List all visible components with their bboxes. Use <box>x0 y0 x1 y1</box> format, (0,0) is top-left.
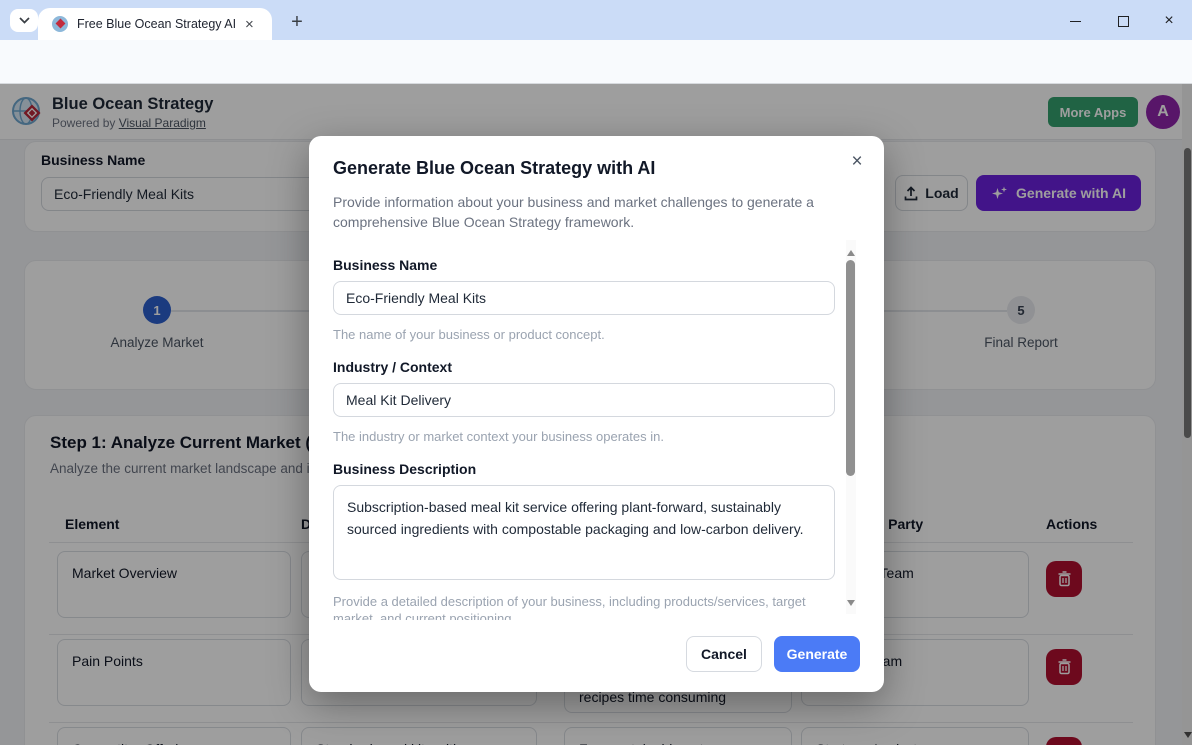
window-maximize-button[interactable] <box>1106 8 1140 34</box>
generate-button[interactable]: Generate <box>774 636 860 672</box>
browser-tabstrip: Free Blue Ocean Strategy AI Too × + × <box>0 0 1192 40</box>
browser-tab[interactable]: Free Blue Ocean Strategy AI Too × <box>38 8 272 40</box>
cancel-button[interactable]: Cancel <box>686 636 762 672</box>
modal-description-label: Business Description <box>333 461 476 477</box>
modal-industry-input[interactable] <box>333 383 835 417</box>
app-viewport: Blue Ocean Strategy Powered by Visual Pa… <box>0 84 1192 745</box>
tab-search-button[interactable] <box>10 9 38 32</box>
modal-scrollbar-thumb[interactable] <box>846 260 855 476</box>
modal-business-name-label: Business Name <box>333 257 437 273</box>
modal-description-textarea[interactable]: Subscription-based meal kit service offe… <box>333 485 835 580</box>
modal-description-help: Provide a detailed description of your b… <box>333 593 845 620</box>
new-tab-button[interactable]: + <box>282 8 312 36</box>
window-close-button[interactable]: × <box>1152 8 1186 34</box>
generate-ai-modal: Generate Blue Ocean Strategy with AI × P… <box>309 136 884 692</box>
modal-subtitle: Provide information about your business … <box>333 192 841 233</box>
browser-toolbar: ← → ⟳ ai-toolbox.visual-paradigm.com/app… <box>0 40 1192 84</box>
modal-industry-label: Industry / Context <box>333 359 452 375</box>
modal-title: Generate Blue Ocean Strategy with AI <box>333 158 655 179</box>
site-favicon-icon <box>52 16 68 32</box>
modal-scroll-up-icon[interactable] <box>847 246 855 256</box>
modal-industry-help: The industry or market context your busi… <box>333 428 845 445</box>
tab-close-icon[interactable]: × <box>245 17 254 32</box>
modal-close-icon[interactable]: × <box>845 150 869 174</box>
modal-scroll-down-icon[interactable] <box>847 600 855 610</box>
screen: Free Blue Ocean Strategy AI Too × + × ← … <box>0 0 1192 745</box>
window-minimize-button[interactable] <box>1058 8 1092 34</box>
modal-business-name-input[interactable] <box>333 281 835 315</box>
modal-business-name-help: The name of your business or product con… <box>333 326 845 343</box>
tab-title: Free Blue Ocean Strategy AI Too <box>77 17 239 31</box>
chevron-down-icon <box>19 17 30 24</box>
